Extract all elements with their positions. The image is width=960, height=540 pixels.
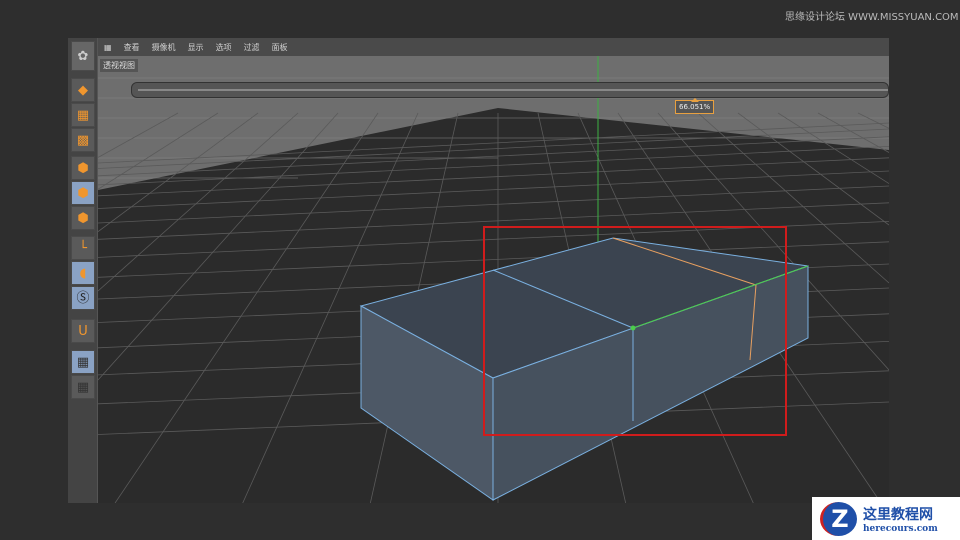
floor-grid-line [98,185,889,224]
watermark-url: herecours.com [863,523,938,534]
herecours-logo: Z [820,501,857,536]
menu-grip-icon: ▦ [104,42,112,52]
watermark-title: 这里教程网 [863,506,933,523]
menu-camera[interactable]: 摄像机 [146,42,182,53]
workplane-icon[interactable]: ▦ [71,375,95,399]
selection-highlight-box [483,226,787,436]
edges-icon[interactable]: ⬢ [71,181,95,205]
logo-icon: ✿ [71,41,95,71]
menu-panel[interactable]: 面板 [266,42,294,53]
watermark-bottom: Z 这里教程网 herecours.com [812,497,960,540]
axis-icon[interactable]: └ [71,236,95,260]
polygons-icon[interactable]: ⬢ [71,206,95,230]
menu-filter[interactable]: 过滤 [238,42,266,53]
menu-display[interactable]: 显示 [182,42,210,53]
magnet-icon[interactable]: U [71,319,95,343]
texture-icon[interactable]: ▦ [71,103,95,127]
points-icon[interactable]: ⬢ [71,156,95,180]
watermark-top: 思缘设计论坛 WWW.MISSYUAN.COM [785,12,959,23]
menu-options[interactable]: 选项 [210,42,238,53]
mouse-icon[interactable]: ◖ [71,261,95,285]
value-slider[interactable] [131,82,889,98]
model-icon[interactable]: ◆ [71,78,95,102]
viewport-menubar: ▦ 查看 摄像机 显示 选项 过滤 面板 [98,38,889,56]
menu-view[interactable]: 查看 [118,42,146,53]
workplane-lock-icon[interactable]: ▦ [71,350,95,374]
slider-value-tooltip: 66.051% [675,98,715,114]
uv-icon[interactable]: ▩ [71,128,95,152]
view-title: 透视视图 [100,59,138,72]
snap-icon[interactable]: Ⓢ [71,286,95,310]
left-toolbar: ✿ ◆ ▦ ▩ ⬢ ⬢ ⬢ └ ◖ Ⓢ U ▦ ▦ [68,38,98,503]
